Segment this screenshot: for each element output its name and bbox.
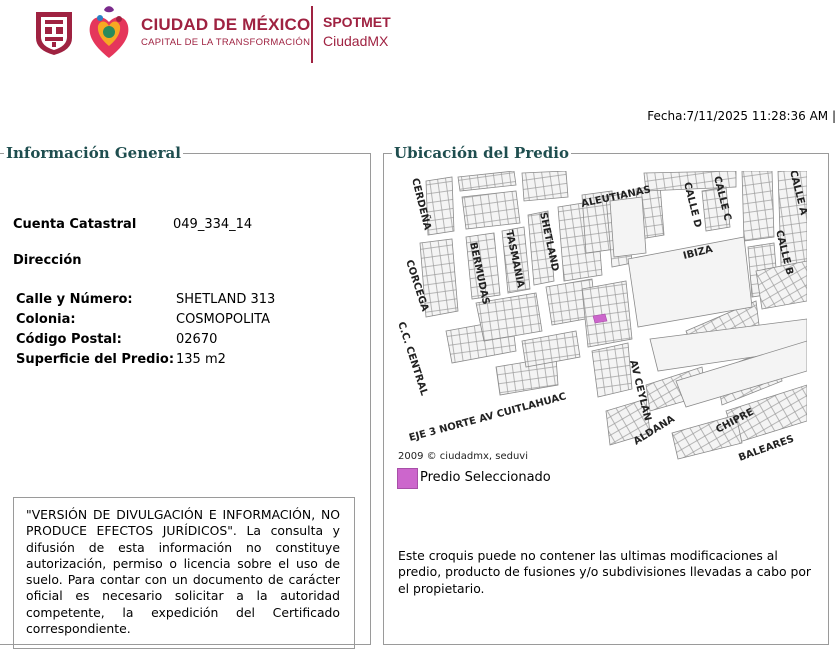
predio-legend-label: Predio Seleccionado [420,470,551,485]
colonia-value: COSMOPOLITA [176,312,270,327]
heart-logo [89,6,129,58]
brand-divider [311,6,313,63]
selected-parcel [592,313,608,324]
cdmx-shield-logo [36,12,72,55]
calle-numero-label: Calle y Número: [16,292,133,307]
app-name: SPOTMET [323,14,391,30]
cuenta-catastral-label: Cuenta Catastral [13,217,137,232]
location-map: CERDEÑA ALEUTIANAS CALLE D CALLE C CALLE… [396,171,807,464]
calle-numero-value: SHETLAND 313 [176,292,276,307]
brand-subtitle: CAPITAL DE LA TRANSFORMACIÓN [141,37,311,48]
superficie-value: 135 m2 [176,352,226,367]
info-general-legend: Información General [4,144,183,162]
superficie-label: Superficie del Predio: [16,352,175,367]
codigo-postal-label: Código Postal: [16,332,122,347]
codigo-postal-value: 02670 [176,332,218,347]
app-subname: CiudadMX [323,33,389,49]
map-copyright: 2009 © ciudadmx, seduvi [398,451,528,462]
disclaimer-text: "VERSIÓN DE DIVULGACIÓN E INFORMACIÓN, N… [26,507,340,637]
direccion-label: Dirección [13,253,82,268]
date-stamp: Fecha:7/11/2025 11:28:36 AM | [647,109,836,123]
predio-legend-swatch [397,468,418,489]
cuenta-catastral-value: 049_334_14 [173,217,253,232]
ubicacion-legend: Ubicación del Predio [392,144,571,162]
map-note: Este croquis puede no contener las ultim… [398,548,812,596]
brand-title: CIUDAD DE MÉXICO [141,15,311,34]
colonia-label: Colonia: [16,312,76,327]
